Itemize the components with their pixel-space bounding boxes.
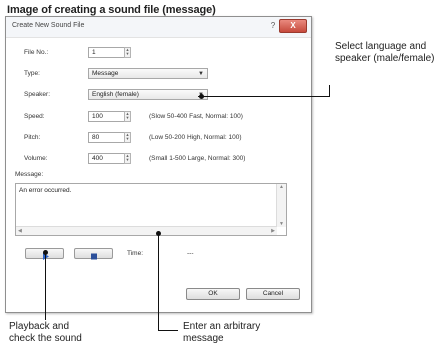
dialog-title: Create New Sound File [12, 22, 85, 29]
playback-callout-text: Playback and check the sound [9, 321, 82, 344]
pitch-input[interactable]: 80 [88, 132, 126, 143]
volume-input[interactable]: 400 [88, 153, 126, 164]
file-no-stepper[interactable]: ▲ ▼ [124, 47, 131, 58]
message-textarea[interactable]: An error occurred. ▲ ▼ ◀ ▶ [15, 183, 287, 236]
speed-stepper[interactable]: ▲ ▼ [124, 111, 131, 122]
speaker-callout-dot [199, 94, 204, 99]
speaker-select[interactable]: English (female) ▼ [88, 89, 208, 100]
speaker-value: English (female) [92, 91, 139, 98]
speaker-label: Speaker: [24, 91, 51, 98]
type-label: Type: [24, 70, 40, 77]
close-icon[interactable]: X [279, 19, 307, 33]
time-value: --- [187, 250, 194, 257]
playback-callout-line [45, 254, 46, 320]
speed-label: Speed: [24, 113, 45, 120]
pitch-hint: (Low 50-200 High, Normal: 100) [149, 134, 242, 141]
file-no-input[interactable]: 1 [88, 47, 126, 58]
message-callout-line [158, 233, 159, 330]
message-callout-line-horizontal [158, 330, 178, 331]
message-text: An error occurred. [19, 187, 72, 194]
volume-stepper[interactable]: ▲ ▼ [124, 153, 131, 164]
chevron-down-icon: ▼ [198, 71, 204, 77]
file-no-label: File No.: [24, 49, 49, 56]
speed-hint: (Slow 50-400 Fast, Normal: 100) [149, 113, 243, 120]
scroll-right-icon[interactable]: ▶ [271, 228, 275, 234]
stop-button[interactable] [74, 248, 113, 260]
speed-input[interactable]: 100 [88, 111, 126, 122]
type-value: Message [92, 70, 119, 77]
scroll-left-icon[interactable]: ◀ [18, 228, 22, 234]
volume-hint: (Small 1-500 Large, Normal: 300) [149, 155, 246, 162]
scroll-down-icon[interactable]: ▼ [279, 221, 284, 227]
page-heading: Image of creating a sound file (message) [7, 4, 216, 16]
help-icon[interactable]: ? [267, 20, 279, 32]
time-label: Time: [127, 250, 144, 257]
type-select[interactable]: Message ▼ [88, 68, 208, 79]
dialog-titlebar: Create New Sound File ? X [6, 17, 311, 38]
speaker-callout-line-vertical [329, 85, 330, 97]
message-callout-dot [156, 231, 161, 236]
scroll-up-icon[interactable]: ▲ [279, 184, 284, 190]
cancel-button[interactable]: Cancel [246, 288, 300, 300]
message-vertical-scrollbar[interactable]: ▲ ▼ [276, 184, 286, 227]
stop-icon [91, 253, 97, 260]
pitch-stepper[interactable]: ▲ ▼ [124, 132, 131, 143]
volume-label: Volume: [24, 155, 48, 162]
pitch-label: Pitch: [24, 134, 41, 141]
message-callout-text: Enter an arbitrary message [183, 321, 261, 344]
playback-callout-dot [43, 250, 48, 255]
ok-button[interactable]: OK [186, 288, 240, 300]
speaker-callout-text: Select language and speaker (male/female… [335, 41, 435, 64]
message-label: Message: [15, 171, 44, 178]
speaker-callout-line [198, 96, 330, 97]
message-horizontal-scrollbar[interactable]: ◀ ▶ [16, 226, 277, 235]
